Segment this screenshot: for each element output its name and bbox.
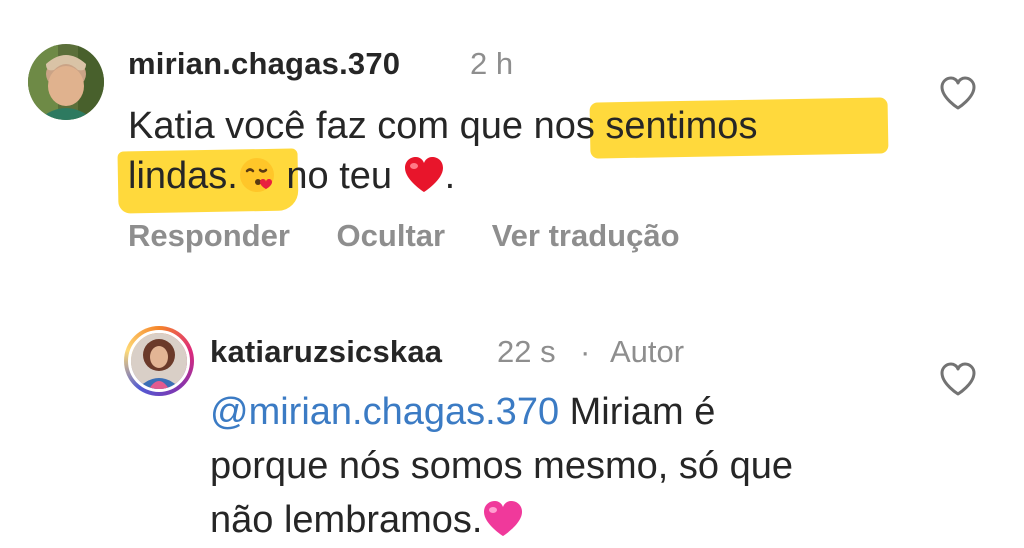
heart-outline-icon — [940, 76, 976, 110]
comments-screen: mirian.chagas.370 2 h Katia você faz com… — [0, 0, 1024, 548]
comment-text: Miriam é — [559, 391, 716, 433]
username[interactable]: katiaruzsicskaa — [210, 334, 442, 370]
username[interactable]: mirian.chagas.370 — [128, 46, 400, 82]
timestamp: 2 h — [470, 46, 514, 81]
comment-text: . — [444, 155, 456, 197]
author-badge: Autor — [610, 334, 685, 369]
timestamp: 22 s — [497, 334, 556, 369]
comment-actions: Responder Ocultar Ver tradução — [128, 218, 718, 254]
comment-text: Katia você faz com que — [128, 105, 534, 147]
avatar[interactable] — [28, 44, 104, 120]
mention-link[interactable]: @mirian.chagas.370 — [210, 391, 559, 433]
avatar[interactable] — [128, 330, 190, 392]
comment-text: não lembramos. — [210, 499, 483, 541]
comment-text-line: não lembramos. — [210, 494, 524, 548]
kiss-heart-emoji — [238, 156, 276, 208]
heart-outline-icon — [940, 362, 976, 396]
comment: mirian.chagas.370 2 h Katia você faz com… — [0, 38, 1024, 268]
comment-text: no teu — [275, 155, 403, 197]
hide-button[interactable]: Ocultar — [337, 218, 446, 253]
separator-dot: · — [580, 334, 591, 369]
pink-heart-emoji — [482, 500, 524, 548]
like-button[interactable] — [938, 360, 978, 400]
comment-text-line: Katia você faz com que nos sentimos — [128, 100, 757, 152]
translate-button[interactable]: Ver tradução — [492, 218, 680, 253]
comment-text-line: lindas. no teu . — [128, 150, 455, 208]
highlighted-text: nos sentimos — [533, 105, 758, 147]
like-button[interactable] — [938, 74, 978, 114]
comment-reply: katiaruzsicskaa 22 s · Autor @mirian.cha… — [0, 318, 1024, 548]
reply-button[interactable]: Responder — [128, 218, 290, 253]
comment-text-line: @mirian.chagas.370 Miriam é — [210, 386, 715, 438]
comment-text-line: porque nós somos mesmo, só que — [210, 445, 793, 487]
highlighted-text: lindas. — [128, 155, 238, 197]
red-heart-emoji — [403, 156, 445, 208]
